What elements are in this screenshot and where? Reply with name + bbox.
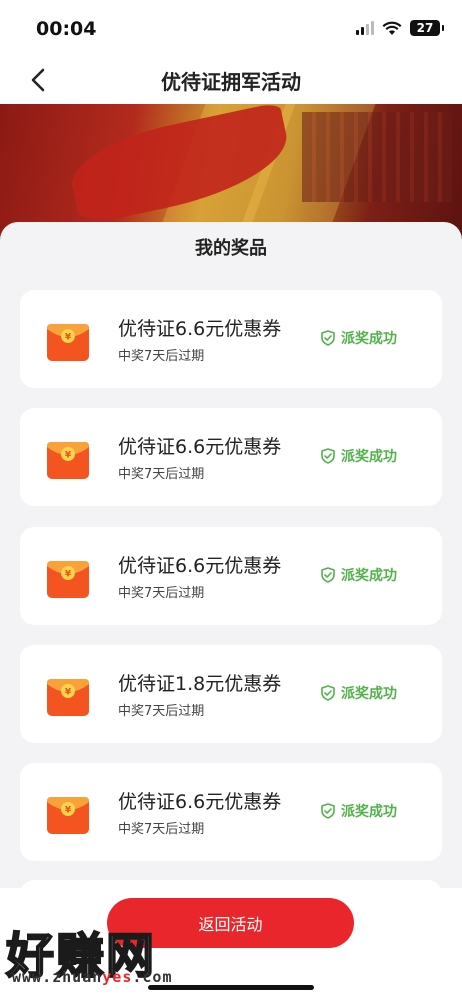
shield-check-icon <box>321 685 335 701</box>
shield-check-icon <box>321 330 335 346</box>
svg-text:¥: ¥ <box>65 688 72 698</box>
red-envelope-icon: ¥ <box>47 561 89 598</box>
svg-text:¥: ¥ <box>65 333 72 343</box>
watermark-domain: www.zhuanyes.com <box>12 968 173 986</box>
shield-check-icon <box>321 803 335 819</box>
prize-expiry: 中奖7天后过期 <box>118 704 205 719</box>
prize-card: ¥ 优待证1.8元优惠券 中奖7天后过期 派奖成功 <box>20 645 442 743</box>
prize-status: 派奖成功 <box>320 801 397 821</box>
prize-status-label: 派奖成功 <box>341 568 397 584</box>
prize-status-label: 派奖成功 <box>341 331 397 347</box>
svg-text:¥: ¥ <box>65 451 72 461</box>
prize-title: 优待证6.6元优惠券 <box>118 555 282 577</box>
prize-card: ¥ 优待证6.6元优惠券 中奖7天后过期 派奖成功 <box>20 527 442 625</box>
shield-check-icon <box>321 448 335 464</box>
page-title: 优待证拥军活动 <box>161 70 301 94</box>
prize-status: 派奖成功 <box>320 683 397 703</box>
prize-status: 派奖成功 <box>320 328 397 348</box>
red-envelope-icon: ¥ <box>47 324 89 361</box>
shield-check-icon <box>321 567 335 583</box>
status-bar: 00:04 27 <box>0 0 462 56</box>
prize-title: 优待证1.8元优惠券 <box>118 673 282 695</box>
battery-icon: 27 <box>410 20 444 36</box>
prize-expiry: 中奖7天后过期 <box>118 467 205 482</box>
prize-card: ¥ 优待证6.6元优惠券 中奖7天后过期 派奖成功 <box>20 763 442 861</box>
status-icons: 27 <box>356 20 444 36</box>
watermark-logo: 好赚网 www.zhuanyes.com <box>0 912 200 992</box>
prize-card: ¥ 优待证6.6元优惠券 中奖7天后过期 派奖成功 <box>20 290 442 388</box>
svg-text:¥: ¥ <box>65 806 72 816</box>
red-envelope-icon: ¥ <box>47 797 89 834</box>
sheet-title: 我的奖品 <box>195 238 267 259</box>
prize-expiry: 中奖7天后过期 <box>118 586 205 601</box>
wifi-icon <box>382 21 402 35</box>
prize-card: ¥ 优待证6.6元优惠券 中奖7天后过期 派奖成功 <box>20 408 442 506</box>
prize-status-label: 派奖成功 <box>341 686 397 702</box>
prize-title: 优待证6.6元优惠券 <box>118 791 282 813</box>
cellular-signal-icon <box>356 21 374 35</box>
red-envelope-icon: ¥ <box>47 679 89 716</box>
svg-text:¥: ¥ <box>65 570 72 580</box>
status-time: 00:04 <box>36 18 97 40</box>
prize-expiry: 中奖7天后过期 <box>118 349 205 364</box>
prize-expiry: 中奖7天后过期 <box>118 822 205 837</box>
prize-title: 优待证6.6元优惠券 <box>118 436 282 458</box>
red-envelope-icon: ¥ <box>47 442 89 479</box>
prize-status: 派奖成功 <box>320 565 397 585</box>
home-indicator <box>148 985 314 990</box>
prize-status: 派奖成功 <box>320 446 397 466</box>
nav-bar: 优待证拥军活动 <box>0 56 462 104</box>
prize-status-label: 派奖成功 <box>341 804 397 820</box>
prize-status-label: 派奖成功 <box>341 449 397 465</box>
prize-title: 优待证6.6元优惠券 <box>118 318 282 340</box>
banner-building <box>302 112 452 202</box>
